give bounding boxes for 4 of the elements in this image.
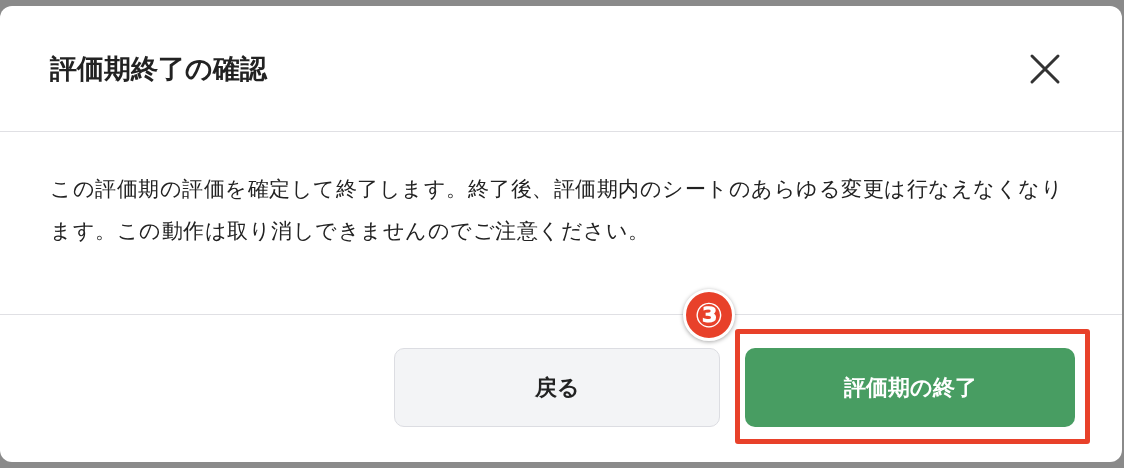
dialog-title: 評価期終了の確認 (50, 51, 267, 86)
step-badge: ③ (683, 289, 735, 341)
back-button[interactable]: 戻る (394, 348, 720, 427)
dialog-message: この評価期の評価を確定して終了します。終了後、評価期内のシートのあらゆる変更は行なえなくなります。この動作は取り消しできませんのでご注意ください。 (50, 176, 1064, 245)
